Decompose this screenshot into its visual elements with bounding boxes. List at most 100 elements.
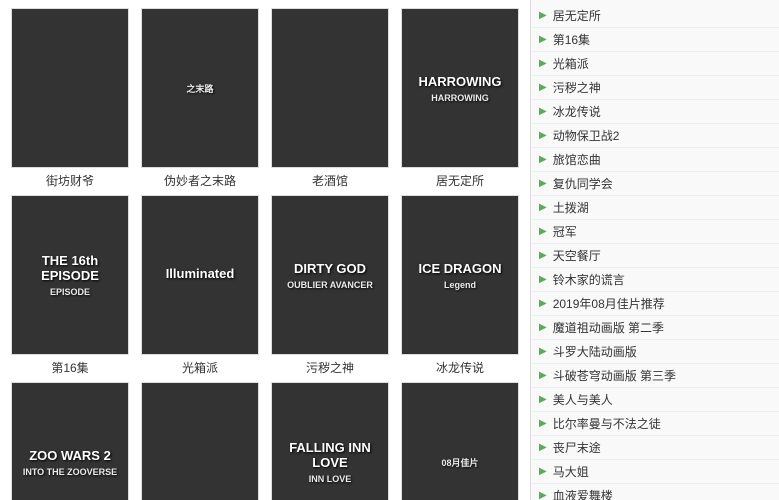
grid-item-lgzq[interactable]: FALLING INN LOVEINN LOVE旅馆恋曲 xyxy=(268,382,392,500)
sidebar-arrow-icon-10: ▶ xyxy=(539,250,547,261)
poster-en-text-blcz: ICE DRAGON xyxy=(418,261,501,276)
movie-title-d16j: 第16集 xyxy=(51,359,88,376)
sidebar-item-2[interactable]: ▶光箱派 xyxy=(531,52,779,76)
poster-d16j: THE 16th EPISODE EPISODE xyxy=(11,195,129,355)
grid-item-lzg[interactable]: 老酒馆 xyxy=(268,8,392,189)
sidebar-item-3[interactable]: ▶ 污秽之神 xyxy=(531,76,779,100)
poster-lgzq: FALLING INN LOVE INN LOVE xyxy=(271,382,389,500)
poster-en-text-juwds: HARROWING xyxy=(418,74,501,89)
sidebar-arrow-icon-17: ▶ xyxy=(539,418,547,429)
sidebar-arrow-icon-7: ▶ xyxy=(539,178,547,189)
sidebar-arrow-icon-8: ▶ xyxy=(539,202,547,213)
sidebar-item-7[interactable]: ▶复仇同学会 xyxy=(531,172,779,196)
sidebar-label-3: 污秽之神 xyxy=(553,79,601,96)
sidebar-item-20[interactable]: ▶ 血液爱舞楼 xyxy=(531,484,779,500)
sidebar-item-4[interactable]: ▶冰龙传说 xyxy=(531,100,779,124)
poster-dwbwz2: ZOO WARS 2INTO THE ZOOVERSE xyxy=(11,382,129,500)
movie-title-gxp: 光箱派 xyxy=(182,359,218,376)
poster-wszs: DIRTY GOD OUBLIER AVANCER xyxy=(271,195,389,355)
poster-jjxf xyxy=(141,382,259,500)
sidebar-arrow-icon-6: ▶ xyxy=(539,154,547,165)
sidebar-arrow-icon-0: ▶ xyxy=(539,10,547,21)
sidebar-item-9[interactable]: ▶ 冠军 xyxy=(531,220,779,244)
sidebar-arrow-icon-13: ▶ xyxy=(539,322,547,333)
sidebar-label-8: 土拨湖 xyxy=(553,199,589,216)
sidebar-arrow-icon-14: ▶ xyxy=(539,346,547,357)
sidebar-arrow-icon-5: ▶ xyxy=(539,130,547,141)
sidebar: ▶居无定所▶第16集▶光箱派▶污秽之神▶冰龙传说▶动物保卫战2▶旅馆恋曲▶复仇同… xyxy=(530,0,779,500)
sidebar-arrow-icon-11: ▶ xyxy=(539,274,547,285)
sidebar-arrow-icon-20: ▶ xyxy=(539,490,547,500)
sidebar-item-8[interactable]: ▶ 土拨湖 xyxy=(531,196,779,220)
movie-title-mzzmzl: 伪妙者之末路 xyxy=(164,172,236,189)
sidebar-item-12[interactable]: ▶ 2019年08月佳片推荐 xyxy=(531,292,779,316)
movie-title-wszs: 污秽之神 xyxy=(306,359,354,376)
sidebar-label-9: 冠军 xyxy=(553,223,577,240)
poster-sub-d16j: EPISODE xyxy=(50,287,90,297)
poster-2019jpt: 08月佳片 xyxy=(401,382,519,500)
poster-sub-mzzmzl: 之末路 xyxy=(186,82,213,95)
grid-item-2019jpt[interactable]: 08月佳片2019年08月佳片推 xyxy=(398,382,522,500)
sidebar-item-18[interactable]: ▶丧尸末途 xyxy=(531,436,779,460)
poster-en-text-lgzq: FALLING INN LOVE xyxy=(276,440,384,470)
sidebar-arrow-icon-3: ▶ xyxy=(539,82,547,93)
sidebar-label-15: 斗破苍穹动画版 第三季 xyxy=(553,367,676,384)
sidebar-item-17[interactable]: ▶ 比尔率曼与不法之徒 xyxy=(531,412,779,436)
sidebar-label-5: 动物保卫战2 xyxy=(553,127,620,144)
poster-sub-2019jpt: 08月佳片 xyxy=(441,456,478,469)
grid-item-juwds[interactable]: HARROWINGHARROWING居无定所 xyxy=(398,8,522,189)
grid-item-gxp[interactable]: Illuminated 光箱派 xyxy=(138,195,262,376)
movie-grid: 街坊财爷之末路伪妙者之末路老酒馆HARROWINGHARROWING居无定所TH… xyxy=(8,8,522,500)
poster-gxp: Illuminated xyxy=(141,195,259,355)
poster-lzg xyxy=(271,8,389,168)
sidebar-item-14[interactable]: ▶斗罗大陆动画版 xyxy=(531,340,779,364)
sidebar-arrow-icon-2: ▶ xyxy=(539,58,547,69)
poster-sub-lgzq: INN LOVE xyxy=(309,474,352,484)
sidebar-arrow-icon-4: ▶ xyxy=(539,106,547,117)
grid-item-jjxf[interactable]: 遇见幸福 xyxy=(138,382,262,500)
sidebar-item-6[interactable]: ▶ 旅馆恋曲 xyxy=(531,148,779,172)
poster-juwds: HARROWING HARROWING xyxy=(401,8,519,168)
sidebar-arrow-icon-16: ▶ xyxy=(539,394,547,405)
poster-blcz: ICE DRAGON Legend xyxy=(401,195,519,355)
poster-en-text-gxp: Illuminated xyxy=(166,266,235,281)
sidebar-label-6: 旅馆恋曲 xyxy=(553,151,601,168)
sidebar-label-19: 马大姐 xyxy=(553,463,589,480)
sidebar-item-13[interactable]: ▶ 魔道祖动画版 第二季 xyxy=(531,316,779,340)
sidebar-item-16[interactable]: ▶ 美人与美人 xyxy=(531,388,779,412)
sidebar-item-1[interactable]: ▶第16集 xyxy=(531,28,779,52)
sidebar-item-0[interactable]: ▶居无定所 xyxy=(531,4,779,28)
sidebar-label-18: 丧尸末途 xyxy=(553,439,601,456)
grid-item-dwbwz2[interactable]: ZOO WARS 2INTO THE ZOOVERSE动物保卫战2 xyxy=(8,382,132,500)
sidebar-arrow-icon-9: ▶ xyxy=(539,226,547,237)
sidebar-item-5[interactable]: ▶ 动物保卫战2 xyxy=(531,124,779,148)
poster-en-text-d16j: THE 16th EPISODE xyxy=(16,253,124,283)
sidebar-item-11[interactable]: ▶ 铃木家的谎言 xyxy=(531,268,779,292)
poster-sub-blcz: Legend xyxy=(444,280,476,290)
grid-item-d16j[interactable]: THE 16th EPISODE EPISODE 第16集 xyxy=(8,195,132,376)
sidebar-label-13: 魔道祖动画版 第二季 xyxy=(553,319,664,336)
sidebar-label-20: 血液爱舞楼 xyxy=(553,487,613,500)
poster-sub-wszs: OUBLIER AVANCER xyxy=(287,280,373,290)
sidebar-item-15[interactable]: ▶ 斗破苍穹动画版 第三季 xyxy=(531,364,779,388)
poster-sub-dwbwz2: INTO THE ZOOVERSE xyxy=(23,467,117,477)
sidebar-label-16: 美人与美人 xyxy=(553,391,613,408)
poster-sub-juwds: HARROWING xyxy=(431,93,489,103)
grid-item-mzzmzl[interactable]: 之末路伪妙者之末路 xyxy=(138,8,262,189)
movie-title-blcz: 冰龙传说 xyxy=(436,359,484,376)
poster-en-text-wszs: DIRTY GOD xyxy=(294,261,366,276)
movie-title-lzg: 老酒馆 xyxy=(312,172,348,189)
sidebar-label-17: 比尔率曼与不法之徒 xyxy=(553,415,661,432)
grid-item-wszs[interactable]: DIRTY GOD OUBLIER AVANCER 污秽之神 xyxy=(268,195,392,376)
sidebar-item-10[interactable]: ▶天空餐厅 xyxy=(531,244,779,268)
sidebar-item-19[interactable]: ▶ 马大姐 xyxy=(531,460,779,484)
grid-item-blcz[interactable]: ICE DRAGON Legend 冰龙传说 xyxy=(398,195,522,376)
sidebar-arrow-icon-19: ▶ xyxy=(539,466,547,477)
sidebar-arrow-icon-15: ▶ xyxy=(539,370,547,381)
sidebar-label-11: 铃木家的谎言 xyxy=(553,271,625,288)
poster-mzzmzl: 之末路 xyxy=(141,8,259,168)
sidebar-label-12: 2019年08月佳片推荐 xyxy=(553,295,665,312)
grid-item-jfcf[interactable]: 街坊财爷 xyxy=(8,8,132,189)
sidebar-arrow-icon-12: ▶ xyxy=(539,298,547,309)
sidebar-label-1: 第16集 xyxy=(553,31,590,48)
